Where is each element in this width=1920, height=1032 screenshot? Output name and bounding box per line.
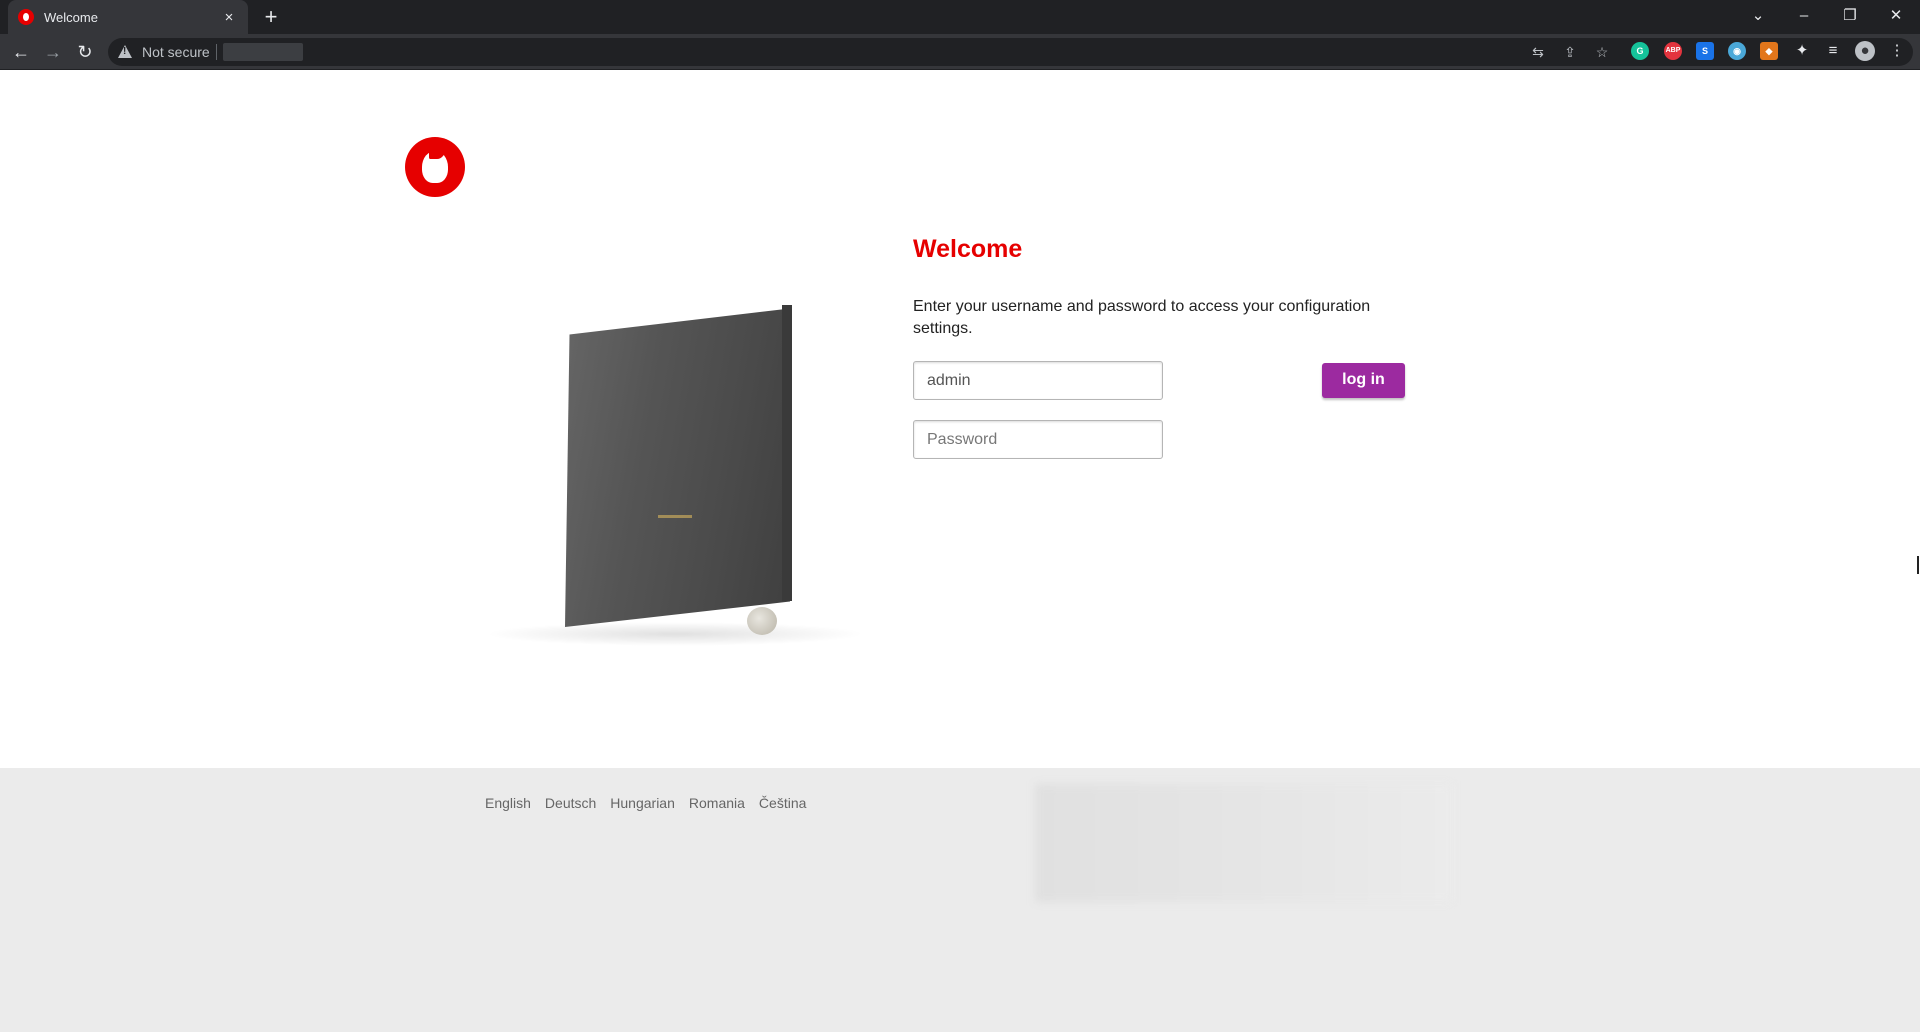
vodafone-logo (405, 137, 465, 197)
language-link-hungarian[interactable]: Hungarian (610, 795, 675, 811)
router-edge (782, 305, 792, 601)
metamask-icon[interactable]: ◆ (1760, 42, 1778, 60)
router-body (565, 309, 790, 627)
profile-avatar[interactable]: ● (1855, 41, 1875, 61)
browser-tabbar: Welcome × + ⌄ – ❐ ✕ (0, 0, 1920, 34)
address-separator (216, 44, 217, 60)
url-text-redacted[interactable] (223, 43, 303, 61)
language-link-deutsch[interactable]: Deutsch (545, 795, 596, 811)
redacted-footer-block (1035, 784, 1452, 902)
reload-button[interactable]: ↻ (73, 40, 97, 64)
router-badge (658, 515, 692, 518)
warning-icon[interactable] (118, 45, 132, 58)
share-icon[interactable]: ⇪ (1560, 43, 1580, 61)
restore-button[interactable]: ❐ (1827, 0, 1873, 34)
grammarly-icon[interactable]: G (1631, 42, 1649, 60)
s-extension-icon[interactable]: S (1696, 42, 1714, 60)
tab-close-icon[interactable]: × (220, 9, 238, 26)
language-selector: English Deutsch Hungarian Romania Češtin… (485, 795, 806, 811)
page-title: Welcome (913, 235, 1023, 263)
tab-title: Welcome (44, 9, 98, 25)
translate-icon[interactable]: ⇆ (1528, 43, 1548, 61)
security-label[interactable]: Not secure (142, 44, 210, 60)
password-field[interactable]: Password (913, 420, 1163, 459)
router-stand (747, 607, 777, 635)
star-icon[interactable]: ☆ (1592, 43, 1612, 61)
language-link-cestina[interactable]: Čeština (759, 795, 806, 811)
router-image (485, 301, 865, 646)
page-footer: English Deutsch Hungarian Romania Češtin… (0, 768, 1920, 1032)
tab-search-icon[interactable]: ⌄ (1735, 0, 1781, 34)
back-button[interactable]: ← (9, 40, 33, 64)
login-button[interactable]: log in (1322, 363, 1405, 398)
menu-kebab-icon[interactable]: ⋮ (1887, 41, 1907, 61)
globe-extension-icon[interactable]: ◉ (1728, 42, 1746, 60)
puzzle-icon[interactable]: ✦ (1792, 41, 1812, 61)
minimize-button[interactable]: – (1781, 0, 1827, 34)
close-window-button[interactable]: ✕ (1873, 0, 1919, 34)
forward-button[interactable]: → (41, 40, 65, 64)
reading-list-icon[interactable]: ≡ (1823, 41, 1843, 61)
login-instructions: Enter your username and password to acce… (913, 298, 1371, 337)
adblock-plus-icon[interactable]: ABP (1664, 42, 1682, 60)
vodafone-favicon-icon (18, 9, 34, 25)
language-link-romania[interactable]: Romania (689, 795, 745, 811)
language-link-english[interactable]: English (485, 795, 531, 811)
vodafone-logo-speechmark (429, 141, 445, 159)
new-tab-button[interactable]: + (258, 4, 284, 30)
browser-tab[interactable]: Welcome × (8, 0, 248, 34)
username-field[interactable]: admin (913, 361, 1163, 400)
router-shadow (485, 622, 865, 646)
login-page: Welcome Enter your username and password… (0, 71, 1920, 1032)
text-cursor-icon (1917, 556, 1919, 574)
